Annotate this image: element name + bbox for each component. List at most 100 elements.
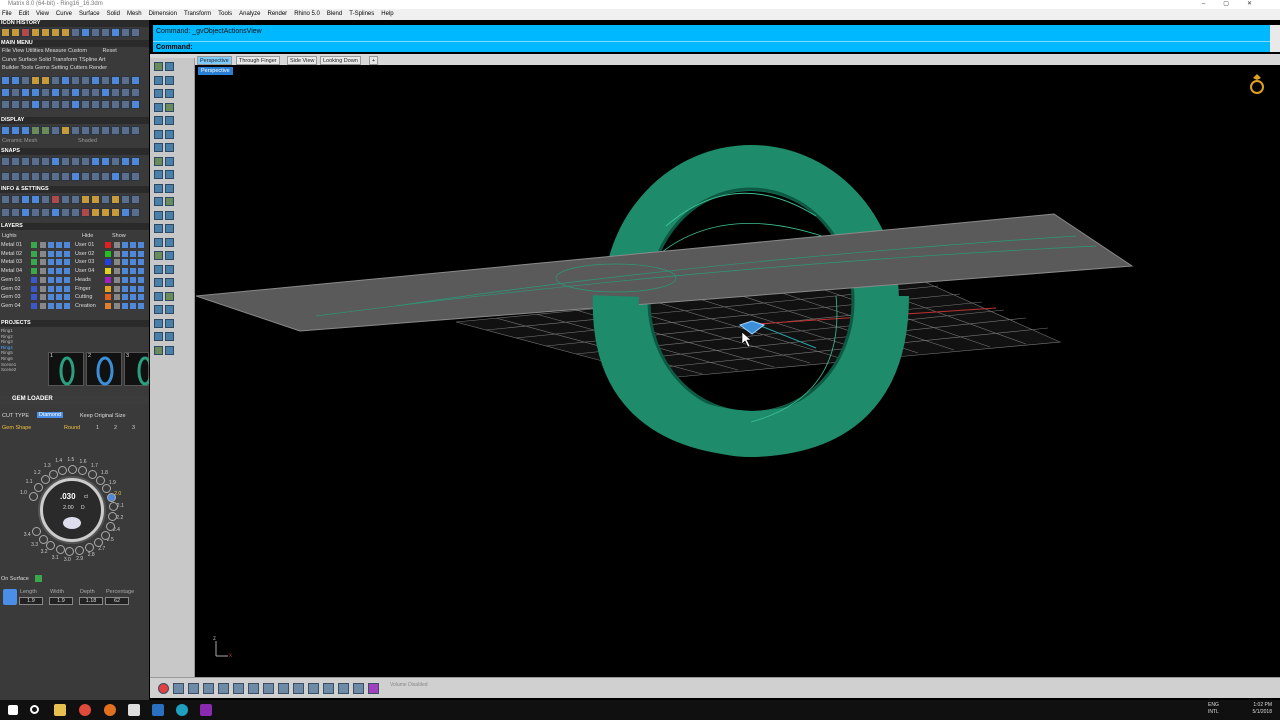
- dial-size-label[interactable]: 2.9: [76, 556, 83, 562]
- dial-size-label[interactable]: 1.7: [91, 463, 98, 469]
- project-item[interactable]: Ring3: [1, 339, 13, 344]
- dial-size-label[interactable]: 3.1: [52, 555, 59, 561]
- layer-toggle-icon[interactable]: [138, 242, 144, 248]
- dial-size-label[interactable]: 1.4: [55, 458, 62, 464]
- project-thumb-1[interactable]: 1: [48, 352, 84, 386]
- layer-toggle-icon[interactable]: [122, 285, 128, 292]
- input-language[interactable]: ENG INTL: [1208, 702, 1219, 716]
- on-surface-toggle[interactable]: [35, 575, 42, 582]
- tool-icon[interactable]: [154, 62, 163, 71]
- layer-row[interactable]: Cutting: [74, 293, 146, 301]
- layer-toggle-icon[interactable]: [138, 276, 144, 283]
- layer-toggle-icon[interactable]: [64, 294, 70, 301]
- display-toolbar[interactable]: [0, 126, 149, 136]
- layer-row[interactable]: User 04: [74, 267, 146, 275]
- tool-icon[interactable]: [165, 102, 174, 112]
- layer-toggle-icon[interactable]: [114, 294, 120, 301]
- layer-row[interactable]: Metal 01: [0, 241, 72, 249]
- layer-toggle-icon[interactable]: [130, 259, 136, 266]
- layer-toggle-icon[interactable]: [48, 250, 54, 257]
- dial-size-dot[interactable]: [100, 530, 110, 540]
- layer-row[interactable]: User 03: [74, 258, 146, 266]
- layer-toggle-icon[interactable]: [64, 268, 70, 275]
- layer-toggle-icon[interactable]: [48, 276, 54, 283]
- dial-size-label[interactable]: 1.1: [26, 479, 33, 485]
- bottom-tool-icon[interactable]: [203, 683, 214, 694]
- dial-size-label[interactable]: 2.7: [98, 546, 105, 552]
- menu-mesh[interactable]: Mesh: [127, 11, 142, 17]
- layer-row[interactable]: Finger: [74, 285, 146, 293]
- tool-icon[interactable]: [165, 156, 174, 166]
- matrix-app-icon[interactable]: [152, 704, 164, 716]
- dial-size-dot[interactable]: [93, 538, 103, 548]
- tool-icon[interactable]: [165, 278, 174, 287]
- layer-toggle-icon[interactable]: [64, 302, 70, 309]
- layer-row[interactable]: User 02: [74, 250, 146, 258]
- tab-side-view[interactable]: Side View: [287, 56, 318, 65]
- gem-dim-input[interactable]: 1.18: [79, 597, 103, 605]
- menu-analyze[interactable]: Analyze: [239, 11, 260, 17]
- main-toolbar-row2[interactable]: [0, 88, 149, 98]
- dial-size-label[interactable]: 3.3: [31, 542, 38, 548]
- tool-icon[interactable]: [154, 170, 163, 179]
- info-row2[interactable]: [0, 208, 149, 218]
- keep-original-size[interactable]: Keep Original Size: [80, 413, 126, 419]
- bottom-toolbar[interactable]: Volume Disabled: [150, 677, 1280, 698]
- tool-icon[interactable]: [154, 143, 163, 152]
- main-toolbar-row1[interactable]: [0, 76, 149, 86]
- layer-toggle-icon[interactable]: [48, 242, 54, 248]
- layer-row[interactable]: Gem 02: [0, 285, 72, 293]
- layer-toggle-icon[interactable]: [64, 285, 70, 292]
- layer-color-swatch[interactable]: [105, 268, 111, 275]
- tool-icon[interactable]: [165, 143, 174, 152]
- dial-size-label[interactable]: 1.2: [34, 470, 41, 476]
- tool-icon[interactable]: [165, 183, 174, 193]
- bottom-tool-icon[interactable]: [323, 683, 334, 694]
- bottom-tool-icon[interactable]: [293, 683, 304, 694]
- tool-icon[interactable]: [154, 345, 163, 355]
- layer-toggle-icon[interactable]: [40, 276, 46, 283]
- dial-size-dot[interactable]: [106, 492, 116, 502]
- layer-toggle-icon[interactable]: [122, 250, 128, 257]
- layer-toggle-icon[interactable]: [40, 268, 46, 275]
- layer-row[interactable]: Gem 03: [0, 293, 72, 301]
- layer-color-swatch[interactable]: [31, 259, 37, 266]
- tool-icon[interactable]: [165, 318, 174, 328]
- command-prompt[interactable]: Command:: [153, 41, 1270, 52]
- gem-tool-icon[interactable]: [3, 589, 17, 605]
- tool-icon[interactable]: [154, 75, 163, 85]
- dial-size-label[interactable]: 1.6: [80, 459, 87, 465]
- layer-toggle-icon[interactable]: [138, 302, 144, 309]
- bottom-tool-icon[interactable]: [263, 683, 274, 694]
- tool-icon[interactable]: [165, 197, 174, 206]
- dial-size-label[interactable]: 1.3: [44, 463, 51, 469]
- gem-dim-input[interactable]: 62: [105, 597, 129, 605]
- dial-size-label[interactable]: 2.8: [88, 552, 95, 558]
- tool-icon[interactable]: [154, 291, 163, 301]
- layer-toggle-icon[interactable]: [40, 294, 46, 301]
- menu-transform[interactable]: Transform: [184, 11, 211, 17]
- dial-size-label[interactable]: 1.5: [67, 457, 74, 463]
- dial-size-dot[interactable]: [38, 534, 48, 544]
- gem-shape-page-1[interactable]: 1: [96, 425, 99, 431]
- dial-size-dot[interactable]: [102, 483, 112, 493]
- layer-toggle-icon[interactable]: [56, 276, 62, 283]
- tool-icon[interactable]: [165, 62, 174, 71]
- dial-size-label[interactable]: 3.0: [64, 557, 71, 563]
- layer-color-swatch[interactable]: [105, 250, 111, 257]
- layer-row[interactable]: Metal 03: [0, 258, 72, 266]
- app-icon[interactable]: [176, 704, 188, 716]
- viewport-label[interactable]: Perspective: [198, 67, 233, 75]
- firefox-icon[interactable]: [104, 704, 116, 716]
- file-explorer-icon[interactable]: [54, 704, 66, 716]
- tool-icon[interactable]: [154, 102, 163, 112]
- layer-toggle-icon[interactable]: [130, 242, 136, 248]
- layer-color-swatch[interactable]: [105, 294, 111, 301]
- layer-color-swatch[interactable]: [31, 302, 37, 309]
- window-controls[interactable]: –▢✕: [1202, 0, 1270, 9]
- tool-icon[interactable]: [165, 251, 174, 260]
- bottom-tool-icon[interactable]: [368, 683, 379, 694]
- tool-icon[interactable]: [154, 224, 163, 233]
- tab-add[interactable]: +: [369, 56, 379, 65]
- dial-size-dot[interactable]: [108, 502, 118, 512]
